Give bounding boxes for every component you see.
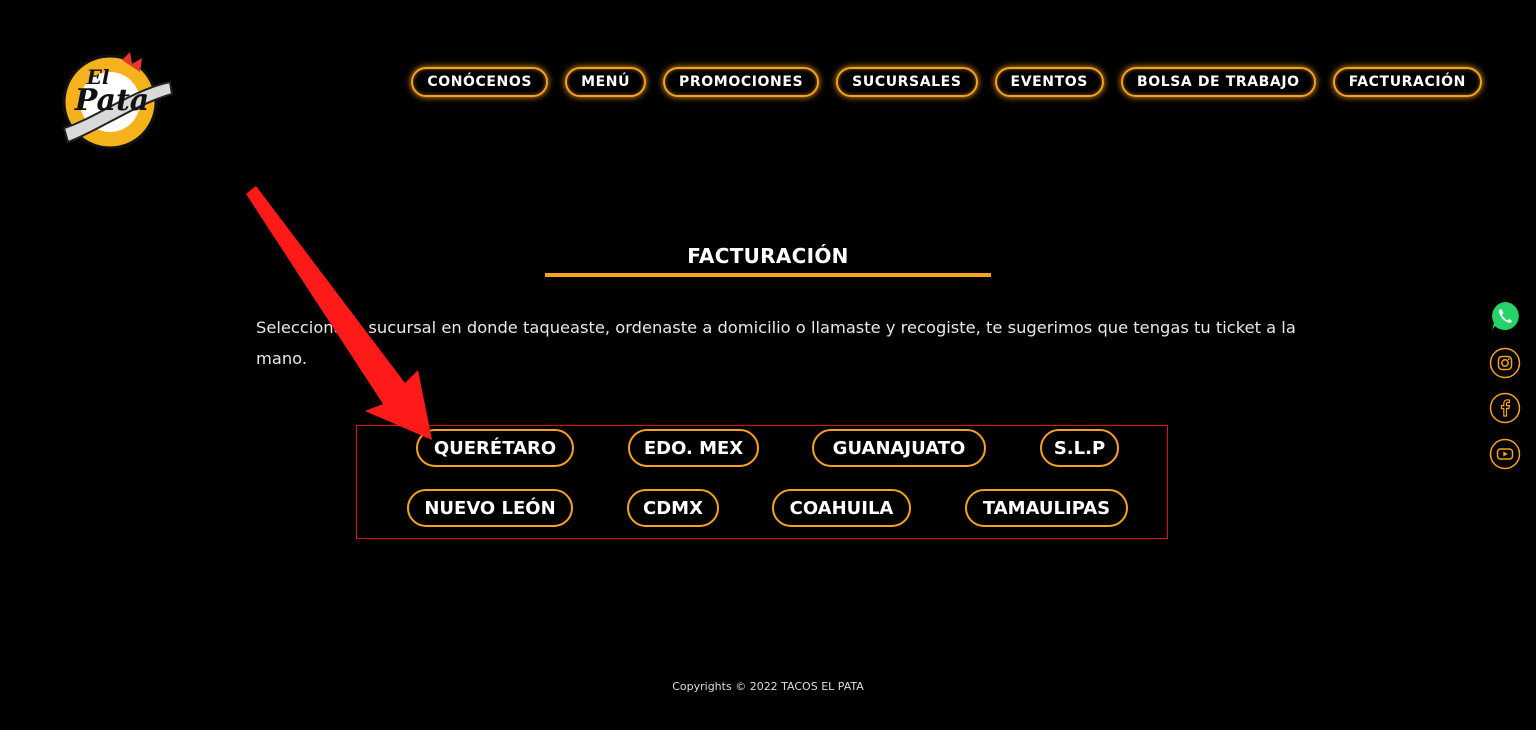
youtube-icon[interactable] [1489,438,1521,470]
nav-conocenos[interactable]: CONÓCENOS [411,67,549,97]
nav-menu[interactable]: MENÚ [565,67,647,97]
page-title: FACTURACIÓN [687,244,849,268]
site-logo[interactable]: Pata El [52,50,176,162]
facebook-icon[interactable] [1489,392,1521,424]
svg-text:Pata: Pata [74,83,150,118]
branch-coahuila-button[interactable]: COAHUILA [772,489,911,527]
annotation-arrow-icon [246,186,432,440]
main-nav: CONÓCENOS MENÚ PROMOCIONES SUCURSALES EV… [411,67,1482,97]
nav-facturacion[interactable]: FACTURACIÓN [1332,67,1482,97]
nav-promociones[interactable]: PROMOCIONES [663,67,820,97]
branch-cdmx-button[interactable]: CDMX [627,489,719,527]
nav-eventos[interactable]: EVENTOS [994,67,1104,97]
footer-copyright: Copyrights © 2022 TACOS EL PATA [672,680,864,693]
whatsapp-icon[interactable] [1489,300,1521,332]
branch-guanajuato-button[interactable]: GUANAJUATO [812,429,986,467]
branch-edo-mex-button[interactable]: EDO. MEX [628,429,759,467]
nav-sucursales[interactable]: SUCURSALES [836,67,978,97]
svg-text:El: El [86,65,110,89]
branch-slp-button[interactable]: S.L.P [1040,429,1119,467]
title-underline [545,273,991,277]
branch-nuevo-leon-button[interactable]: NUEVO LEÓN [407,489,573,527]
nav-bolsa-de-trabajo[interactable]: BOLSA DE TRABAJO [1120,67,1316,97]
instagram-icon[interactable] [1489,347,1521,379]
branch-tamaulipas-button[interactable]: TAMAULIPAS [965,489,1128,527]
